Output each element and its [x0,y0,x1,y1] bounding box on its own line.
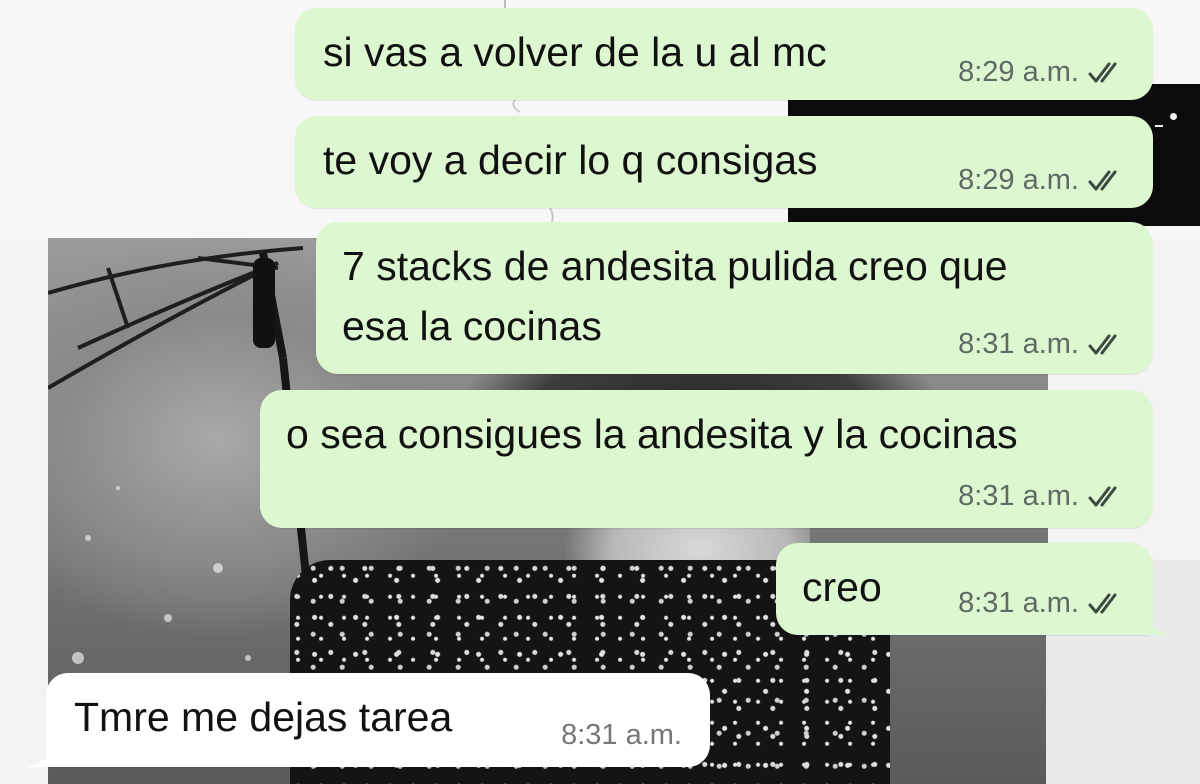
message-meta: 8:31 a.m. [958,587,1127,620]
message-time: 8:31 a.m. [958,328,1079,360]
message-time: 8:29 a.m. [958,56,1079,88]
message-meta: 8:31 a.m. [958,328,1127,361]
wallpaper-dot [1170,113,1177,120]
message-meta: 8:29 a.m. [958,56,1127,89]
message-text: 7 stacks de andesita pulida creo que [342,243,1008,289]
message-text: te voy a decir lo q consigas [323,137,818,183]
message-text-line-2: esa la cocinas [342,303,602,349]
message-time: 8:31 a.m. [958,480,1079,512]
message-text: Tmre me dejas tarea [74,694,453,740]
wallpaper-dash [1155,125,1163,127]
message-bubble-outgoing[interactable]: te voy a decir lo q consigas 8:29 a.m. [295,116,1153,208]
double-check-icon [1088,62,1117,82]
message-text: creo [802,564,882,610]
message-bubble-outgoing[interactable]: 7 stacks de andesita pulida creo que esa… [316,222,1153,374]
message-bubble-incoming[interactable]: Tmre me dejas tarea 8:31 a.m. [26,673,710,767]
message-text: o sea consigues la andesita y la cocinas [286,411,1018,457]
message-time: 8:29 a.m. [958,164,1079,196]
message-text: si vas a volver de la u al mc [323,29,827,75]
message-time: 8:31 a.m. [958,587,1079,619]
double-check-icon [1088,334,1117,354]
double-check-icon [1088,593,1117,613]
message-meta: 8:31 a.m. [561,719,682,752]
bubble-tail [1141,609,1171,635]
message-meta: 8:29 a.m. [958,164,1127,197]
message-time: 8:31 a.m. [561,719,682,751]
message-bubble-outgoing[interactable]: creo 8:31 a.m. [776,543,1171,635]
message-bubble-outgoing[interactable]: o sea consigues la andesita y la cocinas… [260,390,1153,528]
double-check-icon [1088,486,1117,506]
bubble-tail [26,741,56,767]
double-check-icon [1088,170,1117,190]
message-meta: 8:31 a.m. [958,480,1127,513]
message-bubble-outgoing[interactable]: si vas a volver de la u al mc 8:29 a.m. [295,8,1153,100]
